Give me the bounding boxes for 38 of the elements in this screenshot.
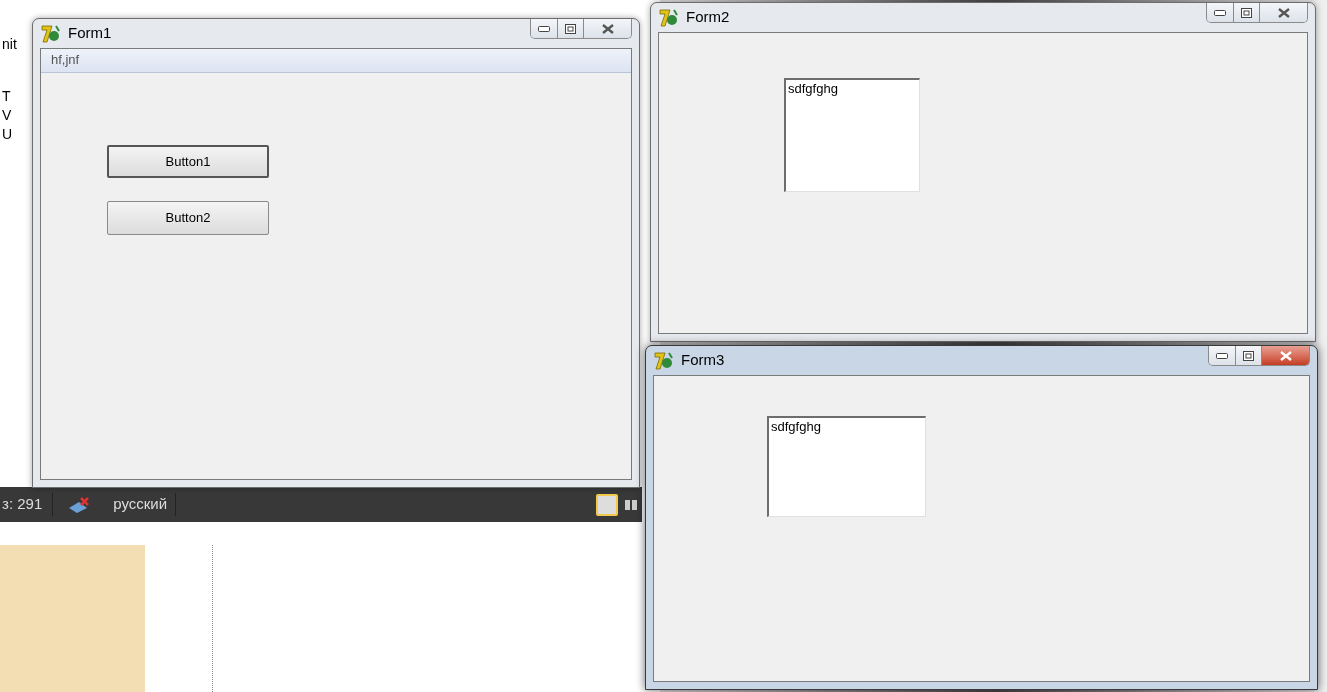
close-icon bbox=[1277, 7, 1290, 18]
push-button[interactable]: Button1 bbox=[107, 145, 269, 178]
close-button[interactable] bbox=[584, 19, 631, 38]
minimize-icon bbox=[1214, 9, 1226, 16]
close-icon bbox=[1279, 350, 1292, 361]
minimize-button[interactable] bbox=[1209, 346, 1236, 365]
app-icon bbox=[658, 7, 680, 28]
maximize-icon bbox=[1243, 350, 1254, 361]
maximize-icon bbox=[565, 23, 576, 34]
document-text: T bbox=[2, 87, 11, 106]
book-icon[interactable] bbox=[624, 497, 638, 512]
minimize-button[interactable] bbox=[531, 19, 558, 38]
word-count: з: 291 bbox=[0, 493, 54, 516]
memo-field[interactable]: sdfgfghg bbox=[784, 78, 920, 192]
minimize-icon bbox=[538, 25, 550, 32]
window-title: Form1 bbox=[68, 23, 112, 44]
memo-field[interactable]: sdfgfghg bbox=[767, 416, 926, 517]
print-layout-icon[interactable] bbox=[596, 493, 618, 516]
document-text: U bbox=[2, 125, 13, 144]
spellcheck-icon bbox=[67, 495, 92, 514]
minimize-button[interactable] bbox=[1207, 3, 1234, 22]
maximize-icon bbox=[1241, 7, 1252, 18]
close-button[interactable] bbox=[1262, 346, 1309, 365]
maximize-button[interactable] bbox=[1236, 346, 1262, 365]
document-text: V bbox=[2, 106, 12, 125]
close-icon bbox=[601, 23, 614, 34]
app-icon bbox=[653, 350, 675, 371]
window-title: Form3 bbox=[681, 350, 725, 371]
language-label: русский bbox=[113, 493, 177, 516]
push-button[interactable]: Button2 bbox=[107, 201, 269, 235]
app-icon bbox=[40, 23, 62, 44]
document-text: nit bbox=[2, 35, 17, 54]
top-panel: hf,jnf bbox=[41, 49, 631, 73]
maximize-button[interactable] bbox=[1234, 3, 1260, 22]
maximize-button[interactable] bbox=[558, 19, 584, 38]
close-button[interactable] bbox=[1260, 3, 1307, 22]
minimize-icon bbox=[1216, 352, 1228, 359]
window-title: Form2 bbox=[686, 7, 730, 28]
